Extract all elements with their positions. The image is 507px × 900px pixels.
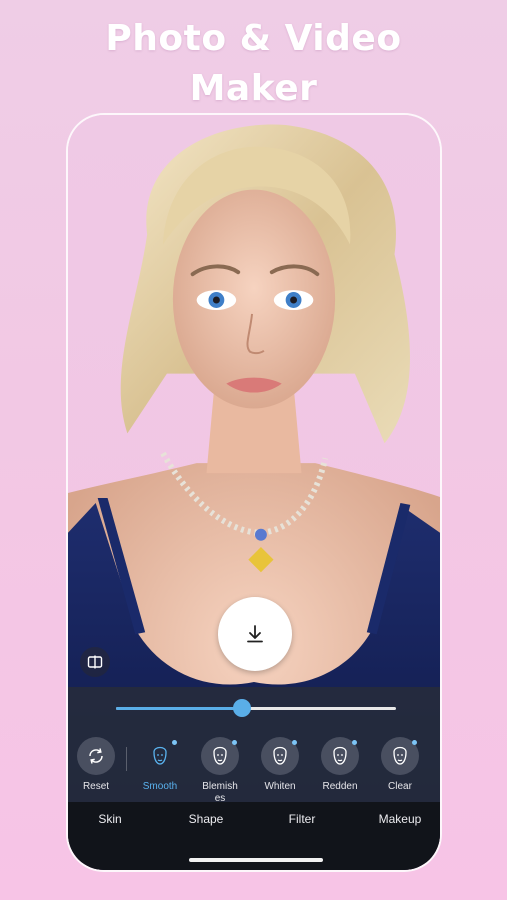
face-clear-icon (381, 737, 419, 775)
tab-skin[interactable]: Skin (70, 812, 150, 826)
tool-smooth[interactable]: Smooth (130, 737, 190, 793)
slider-knob[interactable] (233, 699, 251, 717)
tool-redden[interactable]: Redden (310, 737, 370, 793)
tool-label: Smooth (142, 781, 178, 792)
indicator-dot (352, 740, 357, 745)
download-button[interactable] (218, 597, 292, 671)
tool-divider (126, 747, 127, 771)
compare-icon (87, 655, 103, 669)
tool-reset[interactable]: Reset (68, 737, 126, 793)
face-whiten-icon (261, 737, 299, 775)
tool-label: Clear (388, 781, 412, 792)
tool-label: Reset (82, 781, 110, 792)
face-blemish-icon (201, 737, 239, 775)
tool-blemishes[interactable]: Blemishes (190, 737, 250, 805)
bottom-tab-bar: Skin Shape Filter Makeup (68, 802, 440, 870)
tool-label: Redden (322, 781, 358, 792)
adjust-panel: Reset Smooth Blemishes Whiten Redden Clear (68, 687, 440, 805)
indicator-dot (172, 740, 177, 745)
face-redden-icon (321, 737, 359, 775)
tab-filter[interactable]: Filter (262, 812, 342, 826)
indicator-dot (292, 740, 297, 745)
slider-fill (116, 707, 242, 710)
headline-line-1: Photo & Video (105, 18, 402, 59)
download-icon (247, 625, 263, 643)
indicator-dot (232, 740, 237, 745)
compare-button[interactable] (80, 647, 110, 677)
headline-line-2: Maker (189, 68, 318, 109)
tool-whiten[interactable]: Whiten (250, 737, 310, 793)
phone-frame: Reset Smooth Blemishes Whiten Redden Clear Sk… (66, 113, 442, 872)
face-smooth-icon (141, 737, 179, 775)
promo-headline: Photo & Video Maker (0, 14, 507, 114)
reset-icon (77, 737, 115, 775)
indicator-dot (412, 740, 417, 745)
home-indicator (189, 858, 323, 862)
tool-clear[interactable]: Clear (370, 737, 430, 793)
tab-shape[interactable]: Shape (166, 812, 246, 826)
tool-label: Whiten (264, 781, 296, 792)
intensity-slider[interactable] (116, 699, 396, 717)
tab-makeup[interactable]: Makeup (360, 812, 440, 826)
